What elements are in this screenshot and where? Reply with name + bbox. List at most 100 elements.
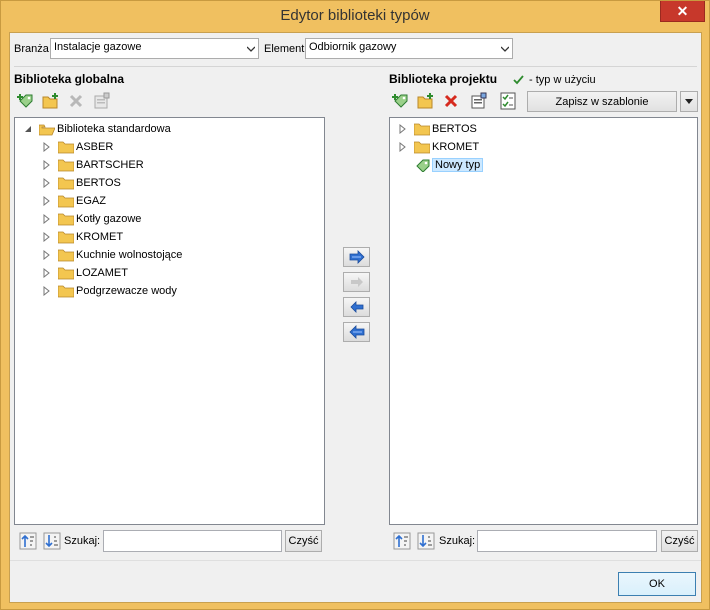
project-sort-asc-button[interactable] [390, 530, 413, 552]
delete-icon [69, 94, 82, 108]
expand-icon[interactable] [42, 160, 52, 170]
collapse-icon[interactable] [23, 124, 33, 134]
expand-icon[interactable] [42, 268, 52, 278]
double-arrow-left-icon [348, 325, 364, 339]
folder-open-icon [39, 124, 55, 135]
folder-icon [58, 249, 74, 261]
expand-icon[interactable] [42, 232, 52, 242]
project-add-type-button[interactable] [389, 90, 412, 112]
tree-node[interactable]: EGAZ [42, 192, 106, 210]
tree-node-label: LOZAMET [76, 267, 128, 279]
tree-node-label: ASBER [76, 141, 114, 153]
element-label: Element [264, 43, 305, 55]
title-bar[interactable]: Edytor biblioteki typów ✕ [1, 1, 709, 31]
tree-node-label: Nowy typ [432, 158, 484, 172]
expand-icon[interactable] [398, 142, 408, 152]
sort-desc-icon [43, 532, 60, 550]
tree-node-label: BERTOS [76, 177, 121, 189]
mark-in-use-button[interactable] [496, 90, 519, 112]
tree-node-label: BERTOS [432, 123, 477, 135]
copy-to-project-button[interactable] [343, 272, 370, 292]
tree-node[interactable]: BERTOS [398, 120, 477, 138]
tree-node[interactable]: LOZAMET [42, 264, 128, 282]
expand-icon[interactable] [42, 178, 52, 188]
folder-icon [414, 141, 430, 153]
tree-node-selected[interactable]: Nowy typ [416, 156, 484, 174]
tree-node[interactable]: BERTOS [42, 174, 121, 192]
tree-node[interactable]: KROMET [398, 138, 479, 156]
double-arrow-right-icon [349, 250, 365, 264]
search-label: Szukaj: [439, 535, 476, 547]
branza-select[interactable]: Instalacje gazowe [50, 38, 259, 59]
tag-icon [416, 159, 430, 172]
global-clear-button[interactable]: Czyść [285, 530, 322, 552]
dialog-client: Branża Instalacje gazowe Element Odbiorn… [9, 32, 702, 603]
close-button[interactable]: ✕ [660, 1, 705, 22]
chevron-down-icon [501, 46, 509, 52]
tree-node[interactable]: BARTSCHER [42, 156, 144, 174]
tree-node[interactable]: Podgrzewacze wody [42, 282, 177, 300]
delete-button[interactable] [64, 90, 87, 112]
project-library-tree[interactable]: BERTOS KROMET Nowy typ [389, 117, 698, 525]
tree-node-label: KROMET [432, 141, 480, 153]
global-search-input[interactable] [103, 530, 282, 552]
expand-icon[interactable] [42, 214, 52, 224]
folder-add-icon [42, 93, 58, 109]
add-folder-button[interactable] [39, 90, 62, 112]
copy-all-to-global-button[interactable] [343, 322, 370, 342]
copy-to-global-button[interactable] [343, 297, 370, 317]
expand-icon[interactable] [398, 124, 408, 134]
chevron-down-icon [247, 46, 255, 52]
global-library-tree[interactable]: Biblioteka standardowa ASBER BARTSCHER B… [14, 117, 325, 525]
divider [14, 66, 697, 67]
folder-icon [58, 267, 74, 279]
caret-down-icon [685, 98, 693, 104]
expand-icon[interactable] [42, 286, 52, 296]
sort-desc-button[interactable] [40, 530, 63, 552]
project-search-input[interactable] [477, 530, 657, 552]
project-sort-desc-button[interactable] [414, 530, 437, 552]
tree-node-label: Kuchnie wolnostojące [76, 249, 183, 261]
expand-icon[interactable] [42, 196, 52, 206]
add-type-button[interactable] [14, 90, 37, 112]
tree-node-label: BARTSCHER [76, 159, 144, 171]
project-properties-button[interactable] [467, 90, 490, 112]
tree-node[interactable]: Kotły gazowe [42, 210, 141, 228]
copy-all-to-project-button[interactable] [343, 247, 370, 267]
tree-node[interactable]: Kuchnie wolnostojące [42, 246, 182, 264]
folder-icon [58, 141, 74, 153]
tree-node[interactable]: ASBER [42, 138, 113, 156]
arrow-left-icon [349, 301, 363, 313]
close-icon: ✕ [676, 2, 689, 19]
save-to-template-button[interactable]: Zapisz w szablonie [527, 91, 677, 112]
ok-button[interactable]: OK [618, 572, 696, 596]
element-value: Odbiornik gazowy [309, 41, 397, 53]
folder-icon [58, 285, 74, 297]
window-title: Edytor biblioteki typów [280, 7, 430, 24]
arrow-right-icon [350, 277, 363, 287]
in-use-legend: - typ w użyciu [529, 74, 596, 86]
project-add-folder-button[interactable] [414, 90, 437, 112]
global-library-title: Biblioteka globalna [14, 72, 125, 86]
tree-node-label: Podgrzewacze wody [76, 285, 177, 297]
project-delete-button[interactable] [439, 90, 462, 112]
folder-icon [414, 123, 430, 135]
tree-node-root[interactable]: Biblioteka standardowa [23, 120, 171, 138]
folder-icon [58, 177, 74, 189]
project-clear-button[interactable]: Czyść [661, 530, 698, 552]
expand-icon[interactable] [42, 250, 52, 260]
tag-add-icon [16, 94, 32, 108]
tree-node-label: KROMET [76, 231, 124, 243]
expand-icon[interactable] [42, 142, 52, 152]
footer-divider [10, 560, 701, 561]
save-options-dropdown[interactable] [680, 91, 698, 112]
folder-icon [58, 195, 74, 207]
element-select[interactable]: Odbiornik gazowy [305, 38, 513, 59]
properties-button[interactable] [90, 90, 113, 112]
folder-icon [58, 231, 74, 243]
checklist-icon [500, 92, 515, 110]
sort-asc-button[interactable] [16, 530, 39, 552]
search-label: Szukaj: [64, 535, 101, 547]
branza-value: Instalacje gazowe [54, 41, 142, 53]
tree-node[interactable]: KROMET [42, 228, 123, 246]
